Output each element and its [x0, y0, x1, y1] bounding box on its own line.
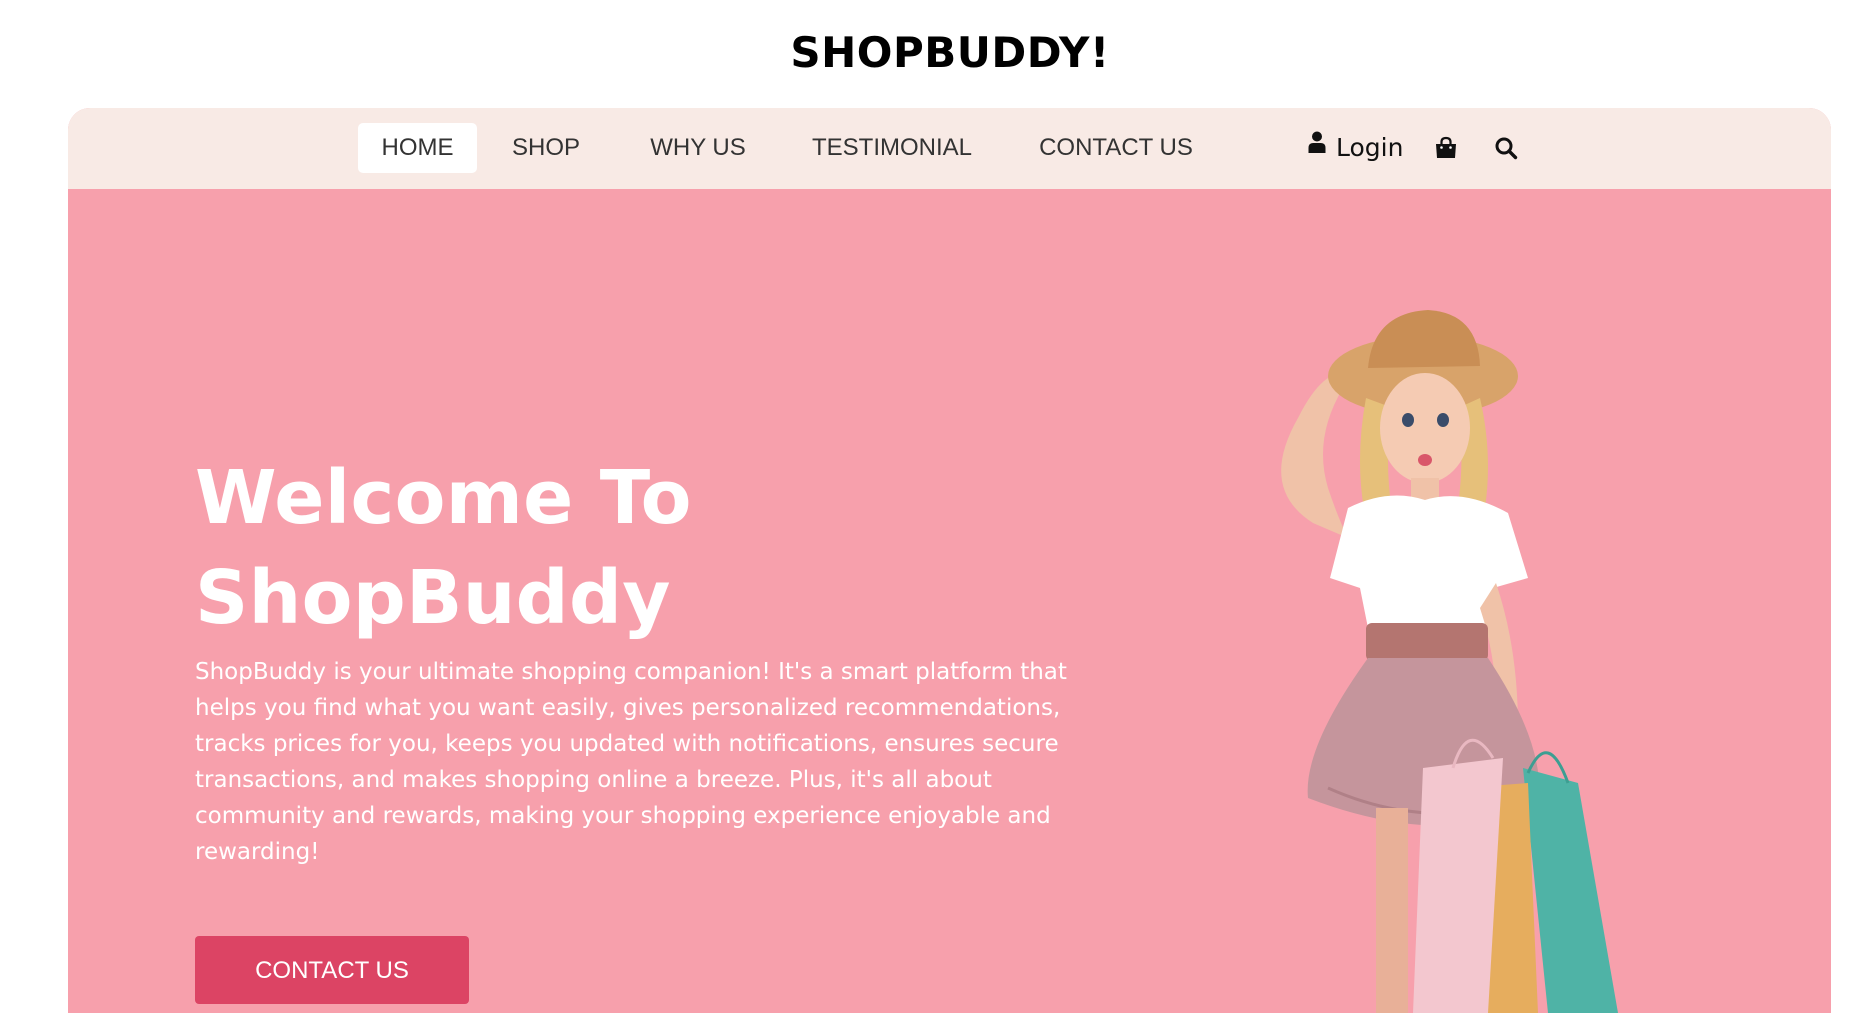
site-title: SHOPBUDDY!: [790, 28, 1110, 77]
navbar: HOME SHOP WHY US TESTIMONIAL CONTACT US …: [68, 108, 1831, 189]
hero-title-line-2: ShopBuddy: [195, 555, 671, 641]
page: SHOPBUDDY! HOME SHOP WHY US TESTIMONIAL …: [0, 0, 1866, 1013]
nav-item-home[interactable]: HOME: [358, 123, 477, 173]
shopping-bag-icon[interactable]: [1431, 133, 1461, 163]
nav-item-why-us[interactable]: WHY US: [623, 123, 773, 173]
login-link[interactable]: Login: [1308, 123, 1403, 173]
hero-girl-shopping-image: [1218, 288, 1738, 1013]
nav-item-contact-us[interactable]: CONTACT US: [1011, 123, 1221, 173]
login-label: Login: [1336, 133, 1404, 162]
nav-item-shop[interactable]: SHOP: [490, 123, 602, 173]
hero-title-line-1: Welcome To: [195, 455, 692, 541]
hero-frame: HOME SHOP WHY US TESTIMONIAL CONTACT US …: [68, 108, 1831, 1013]
search-icon[interactable]: [1491, 133, 1521, 163]
contact-us-button[interactable]: CONTACT US: [195, 936, 469, 1004]
hero-description: ShopBuddy is your ultimate shopping comp…: [195, 659, 1067, 865]
hero-title: Welcome To ShopBuddy: [195, 448, 692, 648]
nav-item-testimonial[interactable]: TESTIMONIAL: [795, 123, 989, 173]
user-icon: [1308, 123, 1326, 173]
